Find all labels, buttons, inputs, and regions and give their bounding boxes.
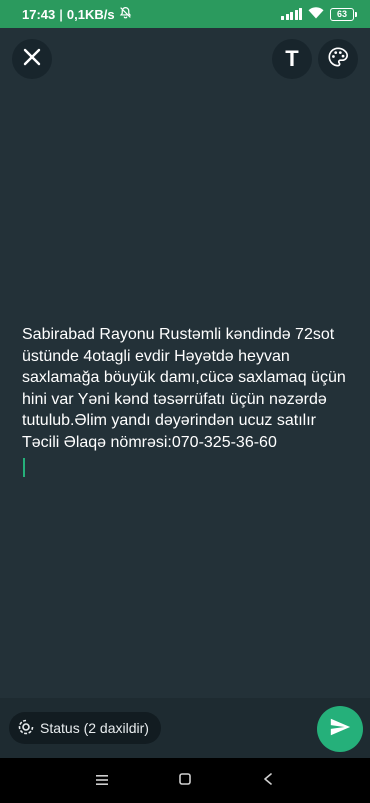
- clock: 17:43: [22, 6, 56, 22]
- status-left-group: 17:43 | 0,1KB/s: [22, 6, 132, 22]
- status-text-input[interactable]: Sabirabad Rayonu Rustəmli kəndində 72sot…: [22, 324, 352, 477]
- text-caret: [23, 457, 25, 477]
- home-icon: [179, 772, 191, 790]
- network-speed: 0,1KB/s: [66, 6, 115, 22]
- close-button[interactable]: [12, 39, 52, 79]
- home-button[interactable]: [165, 761, 205, 801]
- menu-icon: [95, 772, 108, 790]
- system-navigation-bar: [0, 758, 370, 803]
- status-text-content: Sabirabad Rayonu Rustəmli kəndində 72sot…: [22, 326, 346, 451]
- status-audience-label: Status (2 daxildir): [40, 720, 149, 736]
- status-audience-button[interactable]: Status (2 daxildir): [9, 712, 161, 744]
- send-icon: [329, 716, 351, 743]
- status-right-group: 63: [281, 6, 357, 22]
- back-icon: [263, 772, 273, 790]
- back-button[interactable]: [248, 761, 288, 801]
- text-style-button[interactable]: T: [272, 39, 312, 79]
- menu-button[interactable]: [82, 761, 122, 801]
- send-button[interactable]: [317, 706, 363, 752]
- palette-icon: [327, 46, 349, 73]
- color-palette-button[interactable]: [318, 39, 358, 79]
- close-icon: [23, 48, 41, 71]
- mute-icon: [119, 6, 132, 22]
- text-icon: T: [285, 46, 299, 71]
- signal-icon: [281, 8, 302, 20]
- system-status-bar: 17:43 | 0,1KB/s 63: [0, 0, 370, 28]
- status-icon: [18, 719, 34, 738]
- battery-level: 63: [336, 9, 347, 19]
- battery-icon: 63: [330, 7, 357, 21]
- wifi-icon: [308, 6, 324, 22]
- status-separator: |: [59, 6, 63, 22]
